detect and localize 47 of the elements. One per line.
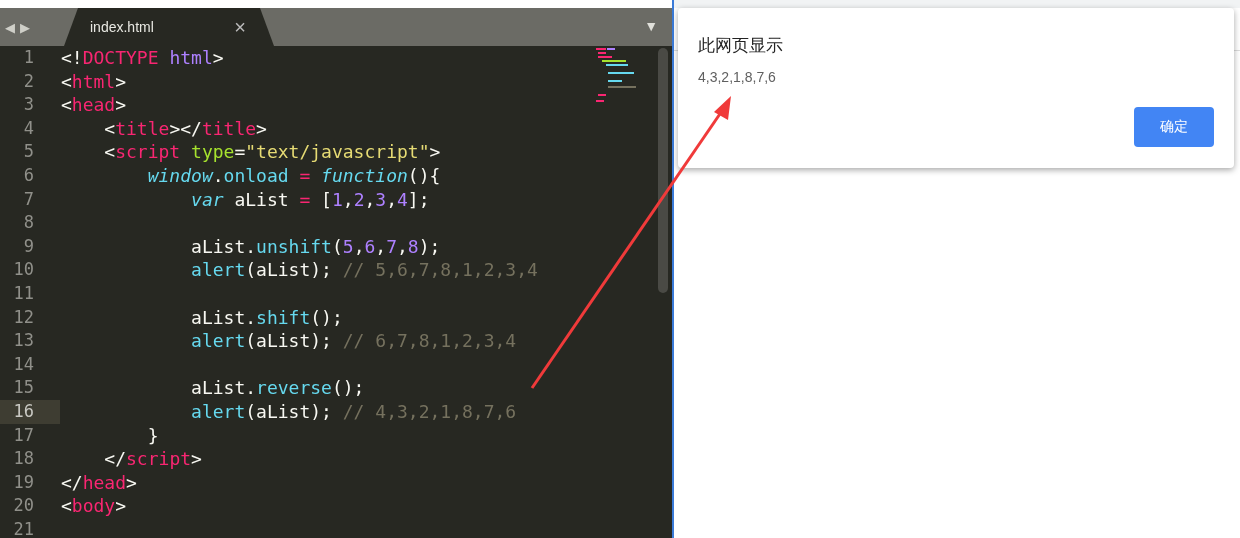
line-number: 9	[22, 234, 34, 258]
dropdown-icon[interactable]: ▼	[644, 18, 658, 34]
code-line: <script type="text/javascript">	[103, 140, 441, 164]
code-line: <!DOCTYPE html>	[61, 46, 224, 70]
close-icon[interactable]: ×	[234, 15, 246, 39]
code-line: var aList = [1,2,3,4];	[190, 187, 430, 212]
line-number: 4	[22, 116, 34, 140]
line-number: 20	[12, 494, 34, 518]
line-number: 6	[22, 163, 34, 187]
line-number: 7	[22, 187, 34, 211]
code-line: <head>	[61, 93, 127, 117]
line-number: 19	[12, 470, 34, 494]
line-number: 3	[22, 93, 34, 117]
line-number: 8	[22, 211, 34, 235]
code-line: aList.shift();	[190, 305, 343, 330]
line-number: 5	[22, 140, 34, 164]
line-number: 2	[22, 69, 34, 93]
code-line: alert(aList); // 6,7,8,1,2,3,4	[190, 329, 517, 353]
code-line: window.onload = function(){	[146, 163, 441, 188]
line-number: 14	[12, 352, 34, 376]
dialog-title: 此网页显示	[698, 35, 784, 57]
scrollbar-thumb[interactable]	[658, 48, 668, 293]
forward-arrow[interactable]: ▶	[20, 19, 30, 35]
line-number: 13	[12, 329, 34, 353]
line-number: 17	[12, 423, 34, 447]
back-arrow[interactable]: ◀	[5, 19, 15, 35]
code-line: }	[146, 423, 159, 448]
line-number: 11	[12, 281, 34, 305]
line-number: 12	[12, 305, 34, 329]
line-number: 16	[12, 399, 34, 423]
code-line: <body>	[61, 494, 127, 518]
code-line: </script>	[103, 447, 202, 471]
ok-button[interactable]: 确定	[1134, 107, 1214, 147]
file-tab[interactable]: index.html ×	[64, 8, 274, 46]
line-number: 21	[12, 517, 34, 538]
code-line: aList.unshift(5,6,7,8);	[190, 234, 441, 259]
line-number: 10	[12, 258, 34, 282]
code-line: alert(aList); // 4,3,2,1,8,7,6	[190, 399, 517, 424]
line-number: 1	[22, 46, 34, 69]
code-line: <title></title>	[103, 116, 267, 141]
line-number: 18	[12, 447, 34, 471]
code-line: <html>	[61, 69, 127, 94]
code-line: aList.reverse();	[190, 376, 365, 400]
code-line: </head>	[61, 470, 137, 495]
code-line: alert(aList); // 5,6,7,8,1,2,3,4	[190, 258, 538, 282]
line-number: 15	[12, 376, 34, 400]
dialog-message: 4,3,2,1,8,7,6	[698, 69, 777, 85]
